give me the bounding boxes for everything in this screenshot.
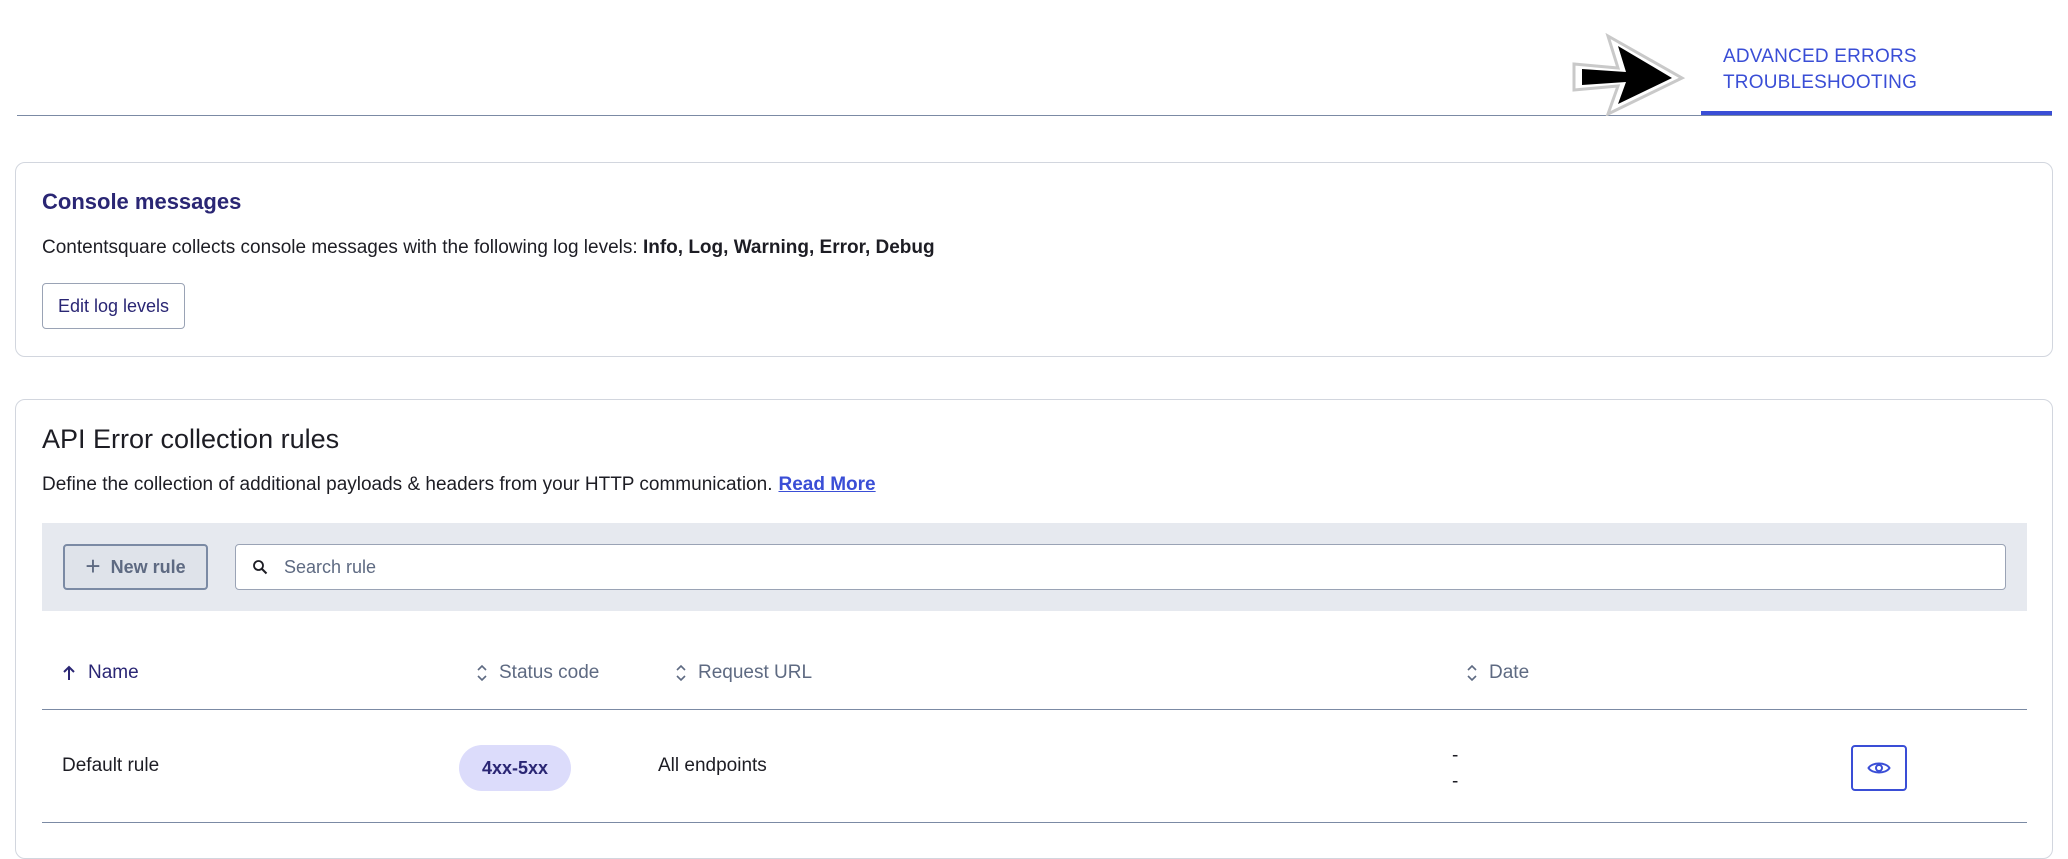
new-rule-label: New rule xyxy=(110,556,186,577)
api-description-text: Define the collection of additional payl… xyxy=(42,474,773,495)
tab-advanced-errors-troubleshooting[interactable]: ADVANCED ERRORS TROUBLESHOOTING xyxy=(1701,0,2052,115)
table-row[interactable]: Default rule 4xx-5xx All endpoints - - xyxy=(42,710,2027,823)
column-header-name[interactable]: Name xyxy=(62,662,139,684)
status-code-badge: 4xx-5xx xyxy=(459,745,571,791)
api-error-rules-title: API Error collection rules xyxy=(42,424,340,454)
plus-icon: + xyxy=(85,551,101,581)
arrow-up-icon xyxy=(63,665,75,680)
console-description-text: Contentsquare collects console messages … xyxy=(42,237,643,258)
view-rule-button[interactable] xyxy=(1851,745,1907,791)
api-error-rules-card: API Error collection rules Define the co… xyxy=(15,399,2053,859)
arrow-pointer-icon xyxy=(1572,32,1686,116)
sort-icon xyxy=(1467,664,1477,682)
rules-table-header: Name Status code Request URL Date xyxy=(42,636,2027,710)
rules-toolbar: + New rule xyxy=(42,523,2027,611)
date-line-2: - xyxy=(1452,771,1459,792)
new-rule-button[interactable]: + New rule xyxy=(63,544,208,590)
search-icon xyxy=(253,560,268,575)
sort-icon xyxy=(676,664,686,682)
eye-icon xyxy=(1867,762,1891,774)
console-messages-card: Console messages Contentsquare collects … xyxy=(15,162,2053,357)
edit-log-levels-button[interactable]: Edit log levels xyxy=(42,283,185,329)
search-rule-input[interactable] xyxy=(282,555,1886,579)
column-status-code-label: Status code xyxy=(499,662,600,683)
rule-name: Default rule xyxy=(62,755,160,776)
date-line-1: - xyxy=(1452,745,1459,766)
tab-label: ADVANCED ERRORS TROUBLESHOOTING xyxy=(1723,46,1918,93)
column-header-request-url[interactable]: Request URL xyxy=(676,662,812,684)
read-more-link[interactable]: Read More xyxy=(778,474,875,495)
console-messages-description: Contentsquare collects console messages … xyxy=(42,237,935,259)
column-header-status-code[interactable]: Status code xyxy=(477,662,599,684)
api-error-rules-description: Define the collection of additional payl… xyxy=(42,474,876,496)
column-request-url-label: Request URL xyxy=(698,662,813,683)
column-date-label: Date xyxy=(1489,662,1530,683)
search-rule-field[interactable] xyxy=(235,544,2006,590)
sort-icon xyxy=(477,664,487,682)
tab-bar: ADVANCED ERRORS TROUBLESHOOTING xyxy=(17,0,2052,116)
console-messages-title: Console messages xyxy=(42,189,242,214)
column-header-date[interactable]: Date xyxy=(1467,662,1529,684)
request-url: All endpoints xyxy=(658,755,767,776)
log-levels-list: Info, Log, Warning, Error, Debug xyxy=(642,237,935,258)
column-name-label: Name xyxy=(88,662,139,683)
